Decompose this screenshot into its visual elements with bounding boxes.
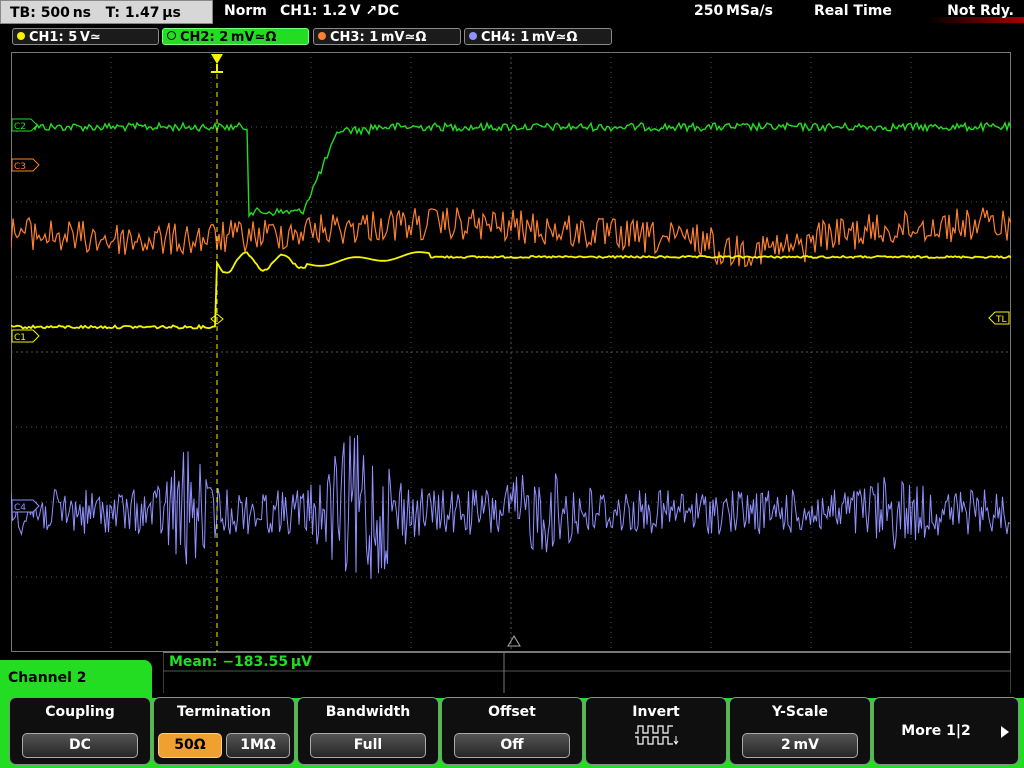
ch1-dot-icon: [17, 32, 25, 40]
status-bar: TB: 500 ns T: 1.47 µs Norm CH1: 1.2 V ↗D…: [0, 0, 1024, 26]
ch4-offset-marker[interactable]: C4: [11, 499, 40, 513]
coupling-label: Coupling: [45, 704, 115, 720]
ch3-offset-marker[interactable]: C3: [11, 158, 40, 172]
trigger-info[interactable]: CH1: 1.2 V ↗DC: [280, 3, 399, 19]
ch2-label: CH2: 2 mV≃Ω: [180, 30, 277, 45]
offset-value[interactable]: Off: [454, 733, 570, 758]
trigger-level-label: TL: [995, 315, 1007, 325]
coupling-softkey[interactable]: Coupling DC: [9, 697, 151, 765]
trigger-level-marker[interactable]: TL: [988, 311, 1010, 325]
c3-marker-label: C3: [14, 162, 26, 172]
y-scale-label: Y-Scale: [771, 704, 828, 720]
ch3-dot-icon: [318, 32, 326, 40]
bandwidth-softkey[interactable]: Bandwidth Full: [297, 697, 439, 765]
trigger-position-marker[interactable]: [211, 54, 223, 73]
termination-option-1mohm[interactable]: 1MΩ: [226, 733, 290, 758]
graticule: [11, 52, 1011, 652]
menu-title: Channel 2: [0, 660, 152, 700]
channel-tab-ch4[interactable]: CH4: 1 mV≃Ω: [464, 28, 612, 45]
channel-tab-ch3[interactable]: CH3: 1 mV≃Ω: [313, 28, 461, 45]
center-position-icon: [507, 635, 521, 647]
ch4-label: CH4: 1 mV≃Ω: [481, 30, 578, 45]
offset-label: Offset: [488, 704, 536, 720]
c4-marker-label: C4: [14, 503, 26, 513]
timebase-readout[interactable]: TB: 500 ns T: 1.47 µs: [0, 0, 213, 24]
y-scale-softkey[interactable]: Y-Scale 2 mV: [729, 697, 871, 765]
termination-label: Termination: [177, 704, 271, 720]
waveform-canvas[interactable]: C2 C3 C1 C4 TL: [11, 52, 1011, 652]
more-label: More 1|2: [901, 723, 971, 739]
termination-option-50ohm[interactable]: 50Ω: [158, 733, 222, 758]
ch1-label: CH1: 5 V≃: [29, 30, 101, 45]
invert-softkey[interactable]: Invert: [585, 697, 727, 765]
bandwidth-value[interactable]: Full: [310, 733, 426, 758]
ch3-label: CH3: 1 mV≃Ω: [330, 30, 427, 45]
channel-tab-ch2[interactable]: CH2: 2 mV≃Ω: [162, 28, 309, 45]
mean-measurement[interactable]: Mean: −183.55 µV: [169, 654, 312, 670]
ch4-dot-icon: [469, 32, 477, 40]
acquisition-status: Not Rdy.: [947, 3, 1014, 19]
trigger-marker-icon: [211, 54, 223, 64]
y-scale-value[interactable]: 2 mV: [742, 733, 858, 758]
bandwidth-label: Bandwidth: [325, 704, 411, 720]
c2-marker-label: C2: [14, 122, 26, 132]
sample-rate: 250 MSa/s: [694, 3, 773, 19]
trigger-mode[interactable]: Norm: [224, 3, 267, 19]
ch2-offset-marker[interactable]: C2: [11, 118, 38, 132]
channel-tab-ch1[interactable]: CH1: 5 V≃: [12, 28, 159, 45]
ch1-offset-marker[interactable]: C1: [11, 329, 40, 343]
trigger-time-value: T: 1.47 µs: [105, 5, 181, 21]
acquisition-mode: Real Time: [814, 3, 892, 19]
invert-label: Invert: [632, 704, 680, 720]
offset-softkey[interactable]: Offset Off: [441, 697, 583, 765]
arrow-right-icon: [1001, 726, 1009, 738]
c1-marker-label: C1: [14, 333, 26, 343]
coupling-value[interactable]: DC: [22, 733, 138, 758]
timebase-value: TB: 500 ns: [10, 5, 92, 21]
invert-wave-icon: [635, 725, 679, 745]
termination-softkey[interactable]: Termination 50Ω 1MΩ: [153, 697, 295, 765]
ch2-dot-icon: [167, 31, 176, 40]
more-softkey[interactable]: More 1|2: [873, 697, 1019, 765]
